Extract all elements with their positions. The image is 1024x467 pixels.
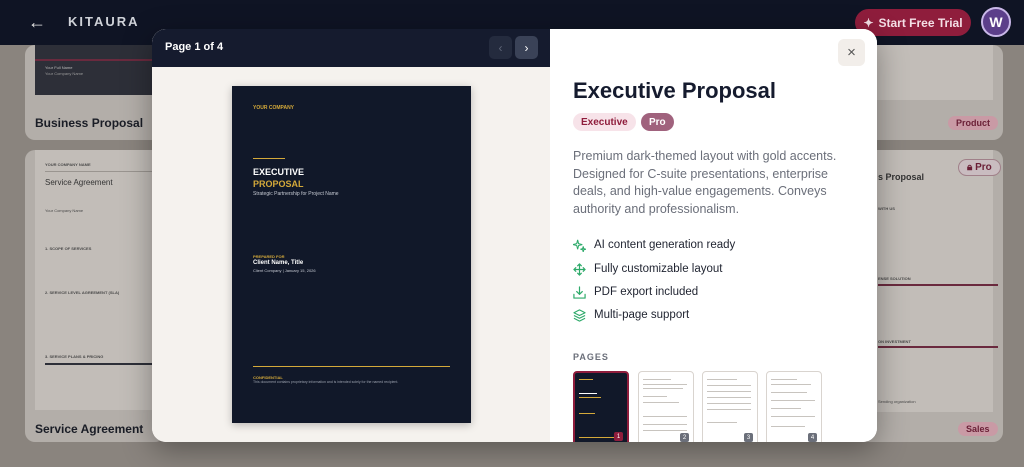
template-description: Premium dark-themed layout with gold acc…	[573, 149, 837, 217]
thumb-name: Your Full Name	[45, 65, 73, 70]
sparkles-icon	[572, 238, 586, 252]
template-thumbnail: YOUR COMPANY NAME Service Agreement Your…	[35, 150, 155, 410]
close-icon: ×	[847, 44, 856, 61]
thumb-header: YOUR COMPANY NAME	[45, 162, 91, 167]
thumb-section-2: 2. SERVICE LEVEL AGREEMENT (SLA)	[45, 290, 120, 295]
card-title: Service Agreement	[35, 422, 144, 436]
document-page-preview: YOUR COMPANY EXECUTIVE PROPOSAL Strategi…	[232, 86, 471, 423]
chevron-right-icon: ›	[524, 40, 529, 55]
template-card[interactable]: Your Full Name Your Company Name Busines…	[25, 45, 165, 140]
pages-section-label: PAGES	[573, 352, 609, 362]
doc-client-meta: Client Company | January 15, 2026	[253, 268, 316, 273]
template-thumbnail	[870, 45, 993, 100]
chevron-left-icon: ‹	[498, 40, 503, 55]
doc-accent-bar	[253, 158, 285, 159]
doc-footer-rule	[253, 366, 450, 367]
page-thumbnail[interactable]: 4	[766, 371, 822, 442]
pro-badge-label: Pro	[975, 162, 992, 173]
template-card[interactable]: s Proposal WITH US ENSE SOLUTION ON INVE…	[860, 150, 1003, 442]
thumb-company: Your Company Name	[45, 71, 84, 76]
template-card[interactable]: Product	[860, 45, 1003, 140]
doc-title-line1: EXECUTIVE	[253, 167, 305, 177]
page-number: 4	[808, 433, 817, 442]
layers-icon	[572, 308, 586, 322]
template-card[interactable]: YOUR COMPANY NAME Service Agreement Your…	[25, 150, 165, 442]
category-tag: Executive	[573, 113, 636, 131]
feature-label: Multi-page support	[594, 309, 690, 321]
thumb-title: s Proposal	[878, 172, 925, 182]
feature-item: AI content generation ready	[572, 237, 852, 253]
thumb-company: Your Company Name	[45, 208, 84, 213]
category-badge: Product	[948, 116, 999, 130]
feature-label: Fully customizable layout	[594, 263, 723, 275]
template-thumbnail: s Proposal WITH US ENSE SOLUTION ON INVE…	[870, 150, 998, 412]
previous-page-button[interactable]: ‹	[489, 36, 512, 59]
details-pane: × Executive Proposal Executive Pro Premi…	[550, 29, 877, 442]
doc-confidential-note: This document contains proprietary infor…	[253, 380, 399, 384]
page-indicator: Page 1 of 4	[165, 41, 224, 53]
user-avatar[interactable]: W	[981, 7, 1011, 37]
app-logo[interactable]: KITAURA	[68, 14, 140, 29]
feature-label: AI content generation ready	[594, 239, 736, 251]
template-preview-modal: Page 1 of 4 ‹ › YOUR COMPANY EXECUTIVE P…	[152, 29, 877, 442]
page-number: 2	[680, 433, 689, 442]
category-badge: Sales	[958, 422, 998, 436]
move-icon	[572, 262, 586, 276]
thumb-solution: ENSE SOLUTION	[878, 276, 911, 281]
feature-label: PDF export included	[594, 286, 699, 298]
lock-icon: 🔒︎	[967, 162, 973, 173]
next-page-button[interactable]: ›	[515, 36, 538, 59]
doc-prepared-for: PREPARED FOR	[253, 254, 285, 259]
feature-item: PDF export included	[572, 284, 852, 300]
thumb-investment: ON INVESTMENT	[878, 339, 911, 344]
thumb-section-3: 3. SERVICE PLANS & PRICING	[45, 354, 104, 359]
doc-client: Client Name, Title	[253, 260, 304, 266]
page-number: 1	[614, 432, 623, 441]
thumb-with-us: WITH US	[878, 206, 895, 211]
page-navigation-bar: Page 1 of 4 ‹ ›	[152, 29, 550, 67]
page-thumbnail[interactable]: 2	[638, 371, 694, 442]
feature-item: Fully customizable layout	[572, 261, 852, 277]
thumb-section-1: 1. SCOPE OF SERVICES	[45, 246, 92, 251]
doc-subtitle: Strategic Partnership for Project Name	[253, 191, 339, 197]
thumb-org: Sending organization	[878, 399, 916, 404]
template-title: Executive Proposal	[573, 78, 776, 103]
sparkles-icon: ✦	[863, 15, 874, 30]
pro-badge: 🔒︎ Pro	[958, 159, 1001, 176]
preview-pane: Page 1 of 4 ‹ › YOUR COMPANY EXECUTIVE P…	[152, 29, 550, 442]
doc-company: YOUR COMPANY	[253, 105, 295, 111]
page-thumbnail[interactable]: 1	[573, 371, 629, 442]
back-arrow-icon[interactable]: ←	[28, 13, 46, 31]
doc-title-line2: PROPOSAL	[253, 179, 304, 189]
template-thumbnail: Your Full Name Your Company Name	[35, 45, 155, 95]
card-title: Business Proposal	[35, 116, 144, 130]
thumb-title: Service Agreement	[45, 178, 113, 187]
start-free-trial-label: Start Free Trial	[878, 15, 963, 30]
page-thumbnail[interactable]: 3	[702, 371, 758, 442]
page-number: 3	[744, 433, 753, 442]
pro-tag: Pro	[641, 113, 674, 131]
feature-item: Multi-page support	[572, 307, 852, 323]
close-button[interactable]: ×	[838, 39, 865, 66]
download-icon	[572, 285, 586, 299]
